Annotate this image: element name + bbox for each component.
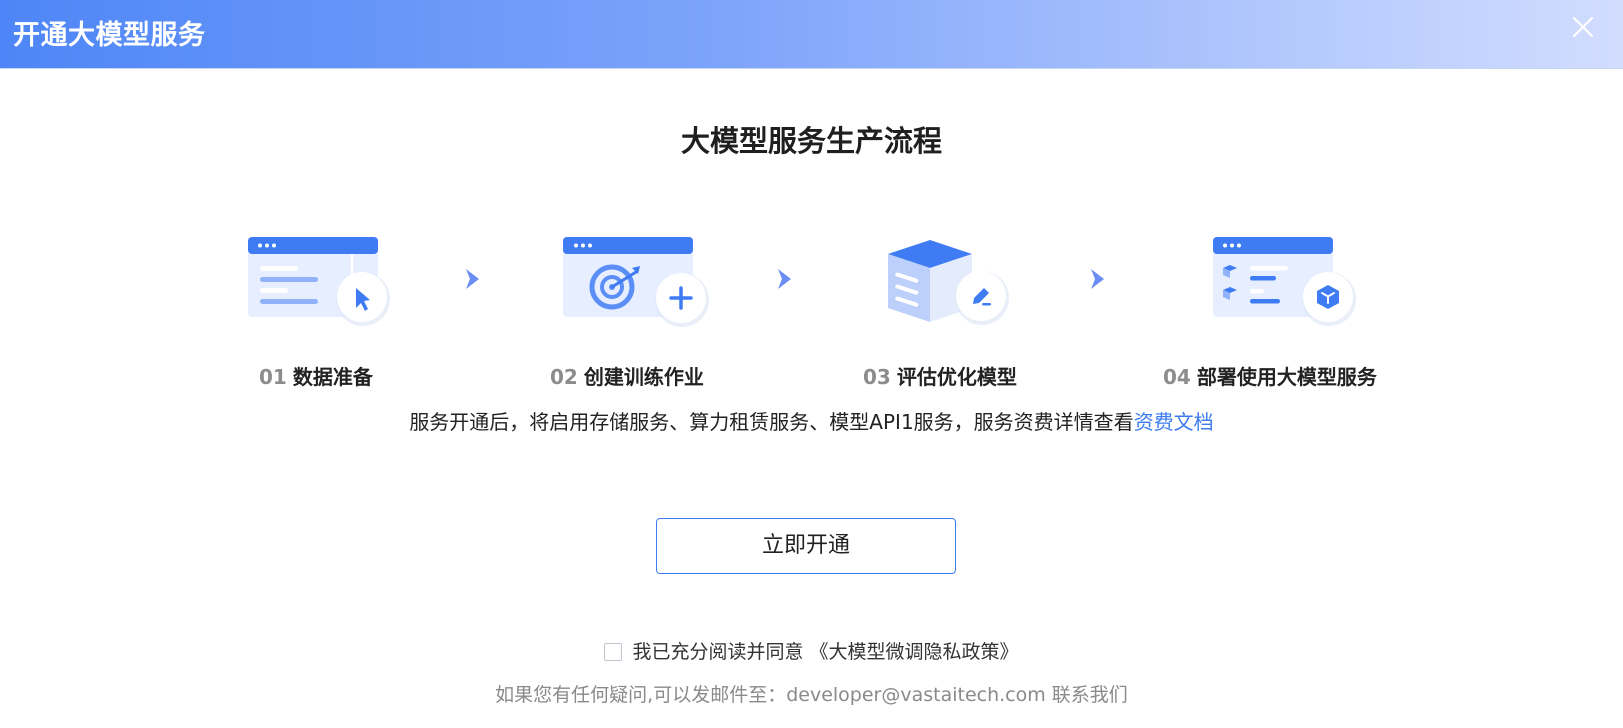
privacy-policy-link[interactable]: 《大模型微调隐私政策》 [810,641,1019,663]
step-label-training-job: 02 创建训练作业 [550,361,704,390]
step-title: 评估优化模型 [896,365,1017,389]
dialog-title: 开通大模型服务 [13,20,206,51]
pricing-doc-link[interactable]: 资费文档 [1134,410,1214,434]
chevron-right-icon [1088,266,1108,292]
step-number: 03 [863,365,891,389]
step-number: 01 [259,365,287,389]
step-label-deploy-service: 04 部署使用大模型服务 [1163,361,1377,390]
step-title: 数据准备 [292,365,373,389]
training-job-icon [558,232,718,342]
deploy-service-icon [1210,232,1370,342]
contact-info: 如果您有任何疑问,可以发邮件至：developer@vastaitech.com… [495,684,1128,706]
data-prep-icon [245,232,405,342]
model-eval-icon [870,232,1030,342]
agree-checkbox[interactable] [604,643,623,661]
agreement-row: 我已充分阅读并同意 《大模型微调隐私政策》 [0,637,1623,664]
close-icon[interactable] [1570,14,1596,40]
page-title: 大模型服务生产流程 [680,124,942,158]
step-number: 04 [1163,365,1191,389]
dialog-header: 开通大模型服务 [0,0,1623,69]
step-title: 部署使用大模型服务 [1196,365,1377,389]
chevron-right-icon [463,266,483,292]
step-label-model-eval: 03 评估优化模型 [863,361,1017,390]
agree-text: 我已充分阅读并同意 [632,641,804,663]
service-notice: 服务开通后，将启用存储服务、算力租赁服务、模型API1服务，服务资费详情查看资费… [0,406,1623,435]
step-title: 创建训练作业 [583,365,704,389]
step-number: 02 [550,365,578,389]
notice-text: 服务开通后，将启用存储服务、算力租赁服务、模型API1服务，服务资费详情查看 [409,410,1134,434]
step-label-data-prep: 01 数据准备 [259,361,373,390]
chevron-right-icon [775,266,795,292]
activate-button[interactable]: 立即开通 [656,518,956,574]
